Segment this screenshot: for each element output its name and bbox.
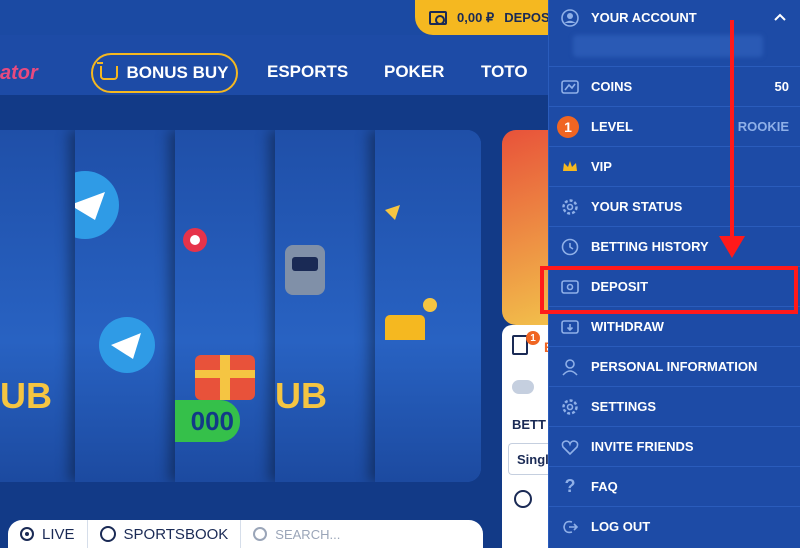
promo-card[interactable] <box>75 130 185 482</box>
user-icon <box>561 358 579 376</box>
annotation-arrow-head <box>719 236 745 258</box>
menu-invite-friends-label: INVITE FRIENDS <box>591 439 694 454</box>
menu-coins[interactable]: COINS 50 <box>549 66 800 106</box>
telegram-icon <box>99 317 155 373</box>
nav-esports[interactable]: ESPORTS <box>267 62 348 82</box>
menu-level-label: LEVEL <box>591 119 633 134</box>
menu-vip[interactable]: VIP <box>549 146 800 186</box>
sportsbook-label: SPORTSBOOK <box>123 525 229 543</box>
search-placeholder: SEARCH... <box>275 526 341 542</box>
coins-value: 50 <box>774 79 789 94</box>
promo-card[interactable]: 000 <box>175 130 285 482</box>
live-label: LIVE <box>42 525 75 543</box>
betslip-count-badge: 1 <box>526 331 540 345</box>
menu-your-status[interactable]: YOUR STATUS <box>549 186 800 226</box>
menu-coins-label: COINS <box>591 79 633 94</box>
betting-label: BETT <box>512 417 546 432</box>
menu-settings[interactable]: SETTINGS <box>549 386 800 426</box>
account-title: YOUR ACCOUNT <box>591 10 697 25</box>
promo-card-text: UB <box>275 375 327 416</box>
menu-withdraw-label: WITHDRAW <box>591 319 664 334</box>
nav-poker[interactable]: POKER <box>384 62 444 82</box>
cart-icon <box>97 62 119 80</box>
promo-card-text: 000 <box>175 400 240 442</box>
chevron-up-icon[interactable] <box>771 9 789 27</box>
bonus-buy-button[interactable]: BONUS BUY <box>91 53 238 93</box>
promo-card[interactable]: UB <box>275 130 385 482</box>
site-logo[interactable]: ator <box>0 62 38 85</box>
menu-invite-friends[interactable]: INVITE FRIENDS <box>549 426 800 466</box>
gear-icon <box>561 198 579 216</box>
sportsbook-tab[interactable]: SPORTSBOOK <box>88 520 242 548</box>
menu-faq-label: FAQ <box>591 479 618 494</box>
poker-chip-icon <box>183 228 207 252</box>
live-tab[interactable]: LIVE <box>8 520 88 548</box>
clock-icon <box>561 238 579 256</box>
search-input[interactable]: SEARCH... <box>241 520 352 548</box>
withdraw-icon <box>561 318 579 336</box>
promo-card[interactable] <box>375 130 481 482</box>
menu-vip-label: VIP <box>591 159 612 174</box>
menu-betting-history-label: BETTING HISTORY <box>591 239 709 254</box>
soccer-ball-icon <box>99 526 116 542</box>
soccer-ball-icon <box>514 490 532 508</box>
level-badge: 1 <box>557 115 579 138</box>
bonus-buy-label: BONUS BUY <box>126 63 229 82</box>
deposit-icon <box>561 278 579 296</box>
promo-carousel[interactable]: UB 000 UB <box>0 130 481 482</box>
menu-personal-information[interactable]: PERSONAL INFORMATION <box>549 346 800 386</box>
account-header[interactable]: YOUR ACCOUNT <box>549 0 800 35</box>
telegram-icon <box>75 171 119 239</box>
robot-icon <box>285 245 325 295</box>
question-icon: ? <box>564 476 576 496</box>
menu-betting-history[interactable]: BETTING HISTORY <box>549 226 800 266</box>
crown-icon <box>561 158 579 176</box>
bottom-search-bar: LIVE SPORTSBOOK SEARCH... <box>8 520 483 548</box>
wallet-icon <box>429 10 447 25</box>
menu-deposit[interactable]: DEPOSIT <box>549 266 800 306</box>
menu-deposit-label: DEPOSIT <box>591 279 649 294</box>
logout-icon <box>561 518 579 536</box>
menu-your-status-label: YOUR STATUS <box>591 199 683 214</box>
menu-settings-label: SETTINGS <box>591 399 657 414</box>
nav-toto[interactable]: TOTO <box>481 62 528 82</box>
menu-log-out-label: LOG OUT <box>591 519 651 534</box>
gift-icon <box>385 205 437 340</box>
settings-icon <box>561 398 579 416</box>
menu-faq[interactable]: ? FAQ <box>549 466 800 506</box>
toggle-switch[interactable] <box>512 380 534 394</box>
search-icon <box>253 527 268 541</box>
menu-level[interactable]: 1 LEVEL ROOKIE <box>549 106 800 146</box>
menu-withdraw[interactable]: WITHDRAW <box>549 306 800 346</box>
user-circle-icon <box>561 8 579 27</box>
promo-card[interactable]: UB <box>0 130 80 482</box>
level-value: ROOKIE <box>737 119 789 134</box>
deposit-label: DEPOS <box>504 10 550 25</box>
heart-icon <box>561 438 579 456</box>
account-dropdown: YOUR ACCOUNT COINS 50 1 LEVEL ROOKIE VIP… <box>548 0 800 548</box>
annotation-arrow-shaft <box>730 20 734 242</box>
gift-icon <box>195 355 255 400</box>
promo-card-text: UB <box>0 375 52 416</box>
menu-log-out[interactable]: LOG OUT <box>549 506 800 546</box>
coins-icon <box>561 78 579 96</box>
menu-personal-information-label: PERSONAL INFORMATION <box>591 359 758 374</box>
account-id-blurred <box>573 35 763 57</box>
balance-amount: 0,00 ₽ <box>457 9 495 25</box>
live-icon <box>20 527 34 541</box>
